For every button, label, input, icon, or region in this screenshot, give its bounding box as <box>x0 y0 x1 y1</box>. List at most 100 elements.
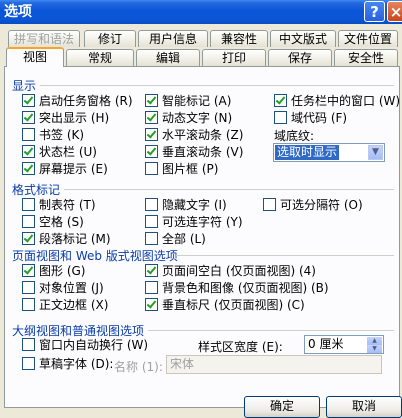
ok-button[interactable]: 确定 <box>244 396 320 418</box>
field-style-width-spinner[interactable]: 0 厘米 ▲ ▼ <box>304 335 384 354</box>
checkbox-windows-in-taskbar[interactable]: 任务栏中的窗口 (W) <box>274 94 400 109</box>
section-separator <box>64 189 394 190</box>
checkbox-optional-breaks[interactable]: 可选分隔符 (O) <box>263 198 363 213</box>
checkbox-box[interactable] <box>22 94 35 107</box>
tab-track-changes[interactable]: 修订 <box>84 30 136 47</box>
tab-save[interactable]: 保存 <box>268 49 332 66</box>
checkbox-white-space-between-pages[interactable]: 页面间空白 (仅页面视图) (4) <box>145 264 316 279</box>
tab-compatibility[interactable]: 兼容性 <box>210 30 268 47</box>
checkbox-label: 草稿字体 (D): <box>39 357 114 371</box>
tab-print[interactable]: 打印 <box>202 49 266 66</box>
checkbox-box[interactable] <box>145 94 158 107</box>
tab-file-locations[interactable]: 文件位置 <box>338 30 398 47</box>
checkbox-paragraph-marks[interactable]: 段落标记 (M) <box>22 232 111 247</box>
checkbox-label: 图形 (G) <box>39 264 86 278</box>
checkbox-label: 图片框 (P) <box>162 162 219 176</box>
tab-user-info[interactable]: 用户信息 <box>138 30 208 47</box>
field-font-name-value: 宋体 <box>170 357 195 371</box>
checkbox-box[interactable] <box>145 162 158 175</box>
field-shading-value: 选取时显示 <box>275 145 340 160</box>
field-style-width-value: 0 厘米 <box>308 337 344 351</box>
checkbox-label: 制表符 (T) <box>39 198 96 212</box>
checkbox-label: 水平滚动条 (Z) <box>162 128 244 142</box>
checkbox-box[interactable] <box>22 111 35 124</box>
checkbox-label: 正文边框 (X) <box>39 298 109 312</box>
checkbox-box[interactable] <box>22 298 35 311</box>
section-title-layout-options: 页面视图和 Web 版式视图选项 <box>12 249 178 263</box>
checkbox-startup-task-pane[interactable]: 启动任务窗格 (R) <box>22 94 133 109</box>
checkbox-box[interactable] <box>145 111 158 124</box>
checkbox-spaces[interactable]: 空格 (S) <box>22 215 84 230</box>
checkbox-draft-font[interactable]: 草稿字体 (D): <box>22 357 113 372</box>
checkbox-field-codes[interactable]: 域代码 (F) <box>274 111 347 126</box>
checkbox-label: 窗口内自动换行 (W) <box>39 338 149 352</box>
checkbox-optional-hyphens[interactable]: 可选连字符 (Y) <box>145 215 243 230</box>
checkbox-drawings[interactable]: 图形 (G) <box>22 264 85 279</box>
checkbox-horizontal-scrollbar[interactable]: 水平滚动条 (Z) <box>145 128 243 143</box>
checkbox-box[interactable] <box>22 264 35 277</box>
tab-asian-typography[interactable]: 中文版式 <box>270 30 336 47</box>
checkbox-vertical-ruler[interactable]: 垂直标尺 (仅页面视图) (C) <box>145 298 305 313</box>
checkbox-box[interactable] <box>145 128 158 141</box>
checkbox-tab-characters[interactable]: 制表符 (T) <box>22 198 96 213</box>
checkbox-vertical-scrollbar[interactable]: 垂直滚动条 (V) <box>145 145 243 160</box>
checkbox-label: 垂直滚动条 (V) <box>162 145 244 159</box>
checkbox-label: 启动任务窗格 (R) <box>39 94 133 108</box>
help-button[interactable]: ? <box>364 1 385 22</box>
checkbox-box[interactable] <box>145 264 158 277</box>
checkbox-bookmarks[interactable]: 书签 (K) <box>22 128 84 143</box>
field-style-width-label: 样式区宽度 (E): <box>198 340 283 354</box>
checkbox-box[interactable] <box>274 94 287 107</box>
checkbox-box[interactable] <box>22 281 35 294</box>
checkbox-box[interactable] <box>145 232 158 245</box>
checkbox-label: 背景色和图像 (仅页面视图) (B) <box>162 281 329 295</box>
checkbox-highlight[interactable]: 突出显示 (H) <box>22 111 109 126</box>
close-button[interactable]: × <box>387 1 402 22</box>
checkbox-box[interactable] <box>263 198 276 211</box>
checkbox-box[interactable] <box>22 162 35 175</box>
tab-general[interactable]: 常规 <box>66 49 134 66</box>
tab-edit[interactable]: 编辑 <box>136 49 200 66</box>
spin-up-icon[interactable]: ▲ <box>367 337 382 345</box>
checkbox-picture-placeholders[interactable]: 图片框 (P) <box>145 162 218 177</box>
checkbox-box[interactable] <box>22 232 35 245</box>
checkbox-box[interactable] <box>22 357 35 370</box>
checkbox-label: 对象位置 (J) <box>39 281 104 295</box>
checkbox-label: 突出显示 (H) <box>39 111 110 125</box>
section-title-show: 显示 <box>12 79 37 93</box>
checkbox-background-colors-images[interactable]: 背景色和图像 (仅页面视图) (B) <box>145 281 329 296</box>
checkbox-hidden-text[interactable]: 隐藏文字 (I) <box>145 198 227 213</box>
checkbox-all-marks[interactable]: 全部 (L) <box>145 232 206 247</box>
checkbox-label: 智能标记 (A) <box>162 94 232 108</box>
section-title-outline-options: 大纲视图和普通视图选项 <box>12 324 145 338</box>
checkbox-box[interactable] <box>22 145 35 158</box>
field-shading-select[interactable]: 选取时显示 ▼ <box>273 143 385 162</box>
checkbox-object-anchors[interactable]: 对象位置 (J) <box>22 281 104 296</box>
spin-down-icon[interactable]: ▼ <box>367 345 382 353</box>
chevron-down-icon[interactable]: ▼ <box>368 145 383 160</box>
field-font-name-select[interactable]: 宋体 <box>166 355 382 374</box>
checkbox-smart-tags[interactable]: 智能标记 (A) <box>145 94 231 109</box>
checkbox-box[interactable] <box>145 215 158 228</box>
tab-view[interactable]: 视图 <box>6 47 64 67</box>
checkbox-box[interactable] <box>145 198 158 211</box>
checkbox-wrap-to-window[interactable]: 窗口内自动换行 (W) <box>22 338 148 353</box>
checkbox-box[interactable] <box>145 145 158 158</box>
checkbox-label: 段落标记 (M) <box>39 232 111 246</box>
tab-spelling-grammar[interactable]: 拼写和语法 <box>8 30 80 47</box>
checkbox-label: 全部 (L) <box>162 232 206 246</box>
checkbox-box[interactable] <box>145 298 158 311</box>
checkbox-box[interactable] <box>22 198 35 211</box>
window-title: 选项 <box>4 4 32 20</box>
checkbox-screen-tips[interactable]: 屏幕提示 (E) <box>22 162 108 177</box>
checkbox-status-bar[interactable]: 状态栏 (U) <box>22 145 97 160</box>
checkbox-text-boundaries[interactable]: 正文边框 (X) <box>22 298 108 313</box>
checkbox-box[interactable] <box>274 111 287 124</box>
checkbox-animated-text[interactable]: 动态文字 (N) <box>145 111 232 126</box>
checkbox-box[interactable] <box>22 128 35 141</box>
tab-security[interactable]: 安全性 <box>334 49 398 66</box>
checkbox-box[interactable] <box>22 338 35 351</box>
checkbox-box[interactable] <box>22 215 35 228</box>
checkbox-box[interactable] <box>145 281 158 294</box>
cancel-button[interactable]: 取消 <box>326 396 402 418</box>
